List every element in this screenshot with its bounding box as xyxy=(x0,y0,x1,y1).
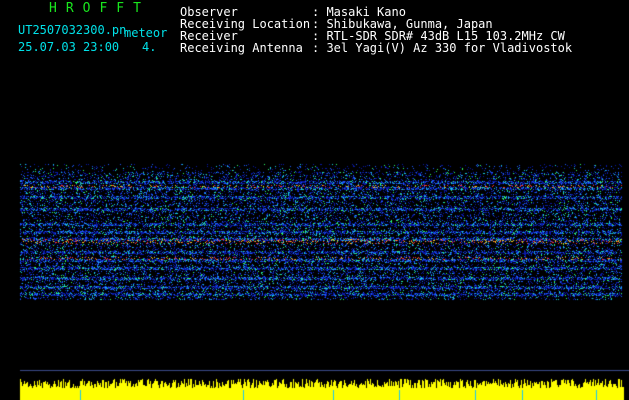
meteor-label: meteor xyxy=(124,26,168,40)
datetime-label: 25.07.03 23:00 xyxy=(18,40,120,54)
filename-label: UT2507032300.pn xyxy=(18,23,127,37)
app-title: HROFFT xyxy=(49,1,150,16)
spectrogram xyxy=(0,72,629,400)
antenna-label: Receiving Antenna xyxy=(180,41,303,55)
meteor-count: 4. xyxy=(142,40,157,54)
antenna-value: : 3el Yagi(V) Az 330 for Vladivostok xyxy=(312,41,573,55)
